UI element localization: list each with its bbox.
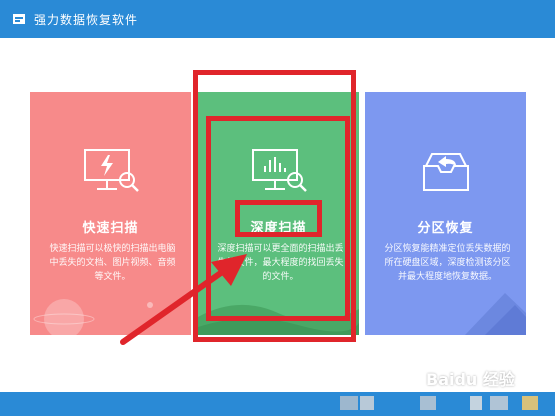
- monitor-lightning-icon: [83, 149, 139, 192]
- mosaic-block: [360, 396, 374, 410]
- pointer-arrow-icon: [120, 254, 247, 345]
- mosaic-block: [490, 396, 508, 410]
- partition-recovery-card[interactable]: 分区恢复 分区恢复能精准定位丢失数据的所在硬盘区域，深度检测该分区并最大程度地恢…: [365, 92, 526, 335]
- mosaic-block: [340, 396, 358, 410]
- mountain-decoration: [465, 293, 526, 335]
- monitor-chart-icon: [251, 149, 307, 192]
- quick-scan-title: 快速扫描: [82, 221, 139, 236]
- mosaic-block: [522, 396, 538, 410]
- inbox-return-icon: [422, 153, 469, 191]
- title-bar: 强力数据恢复软件: [0, 0, 555, 38]
- watermark: Baidu 经验: [426, 370, 515, 389]
- mosaic-block: [470, 396, 482, 410]
- deep-scan-title: 深度扫描: [250, 221, 307, 236]
- app-logo-icon: [13, 14, 25, 24]
- app-title: 强力数据恢复软件: [34, 13, 139, 27]
- mosaic-block: [420, 396, 436, 410]
- partition-recovery-title: 分区恢复: [417, 221, 474, 236]
